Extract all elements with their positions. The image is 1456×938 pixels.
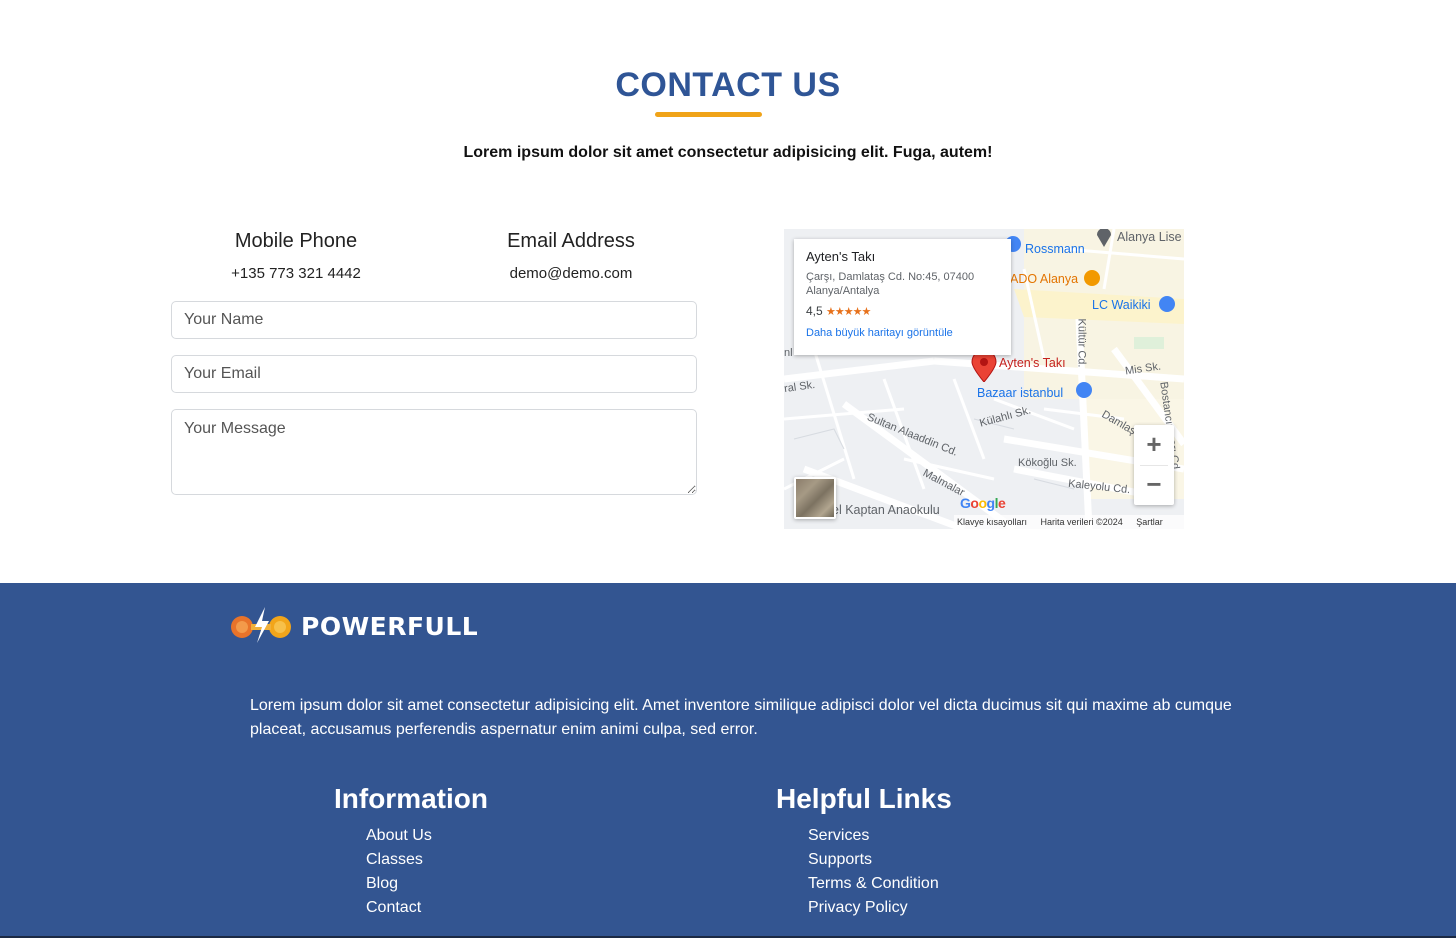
- street-nl: nl: [784, 347, 793, 359]
- google-logo-e: e: [997, 495, 1006, 511]
- place-aytens-taki[interactable]: Ayten's Takı: [999, 356, 1066, 370]
- place-kaptan-anaokulu[interactable]: el Kaptan Anaokulu: [832, 503, 940, 517]
- list-item: About Us: [366, 824, 432, 848]
- email-address-block: Email Address demo@demo.com: [446, 230, 696, 282]
- place-lc-waikiki[interactable]: LC Waikiki: [1092, 298, 1151, 312]
- list-item: Services: [808, 824, 939, 848]
- lc-waikiki-shop-icon: [1159, 296, 1175, 312]
- map-attribution-bar: Klavye kısayolları Harita verileri ©2024…: [954, 515, 1184, 529]
- map-card-rating: 4,5: [806, 304, 823, 318]
- list-item: Privacy Policy: [808, 896, 939, 920]
- page-title: CONTACT US: [615, 66, 841, 104]
- footer-about-text: Lorem ipsum dolor sit amet consectetur a…: [250, 697, 1232, 738]
- list-item: Blog: [366, 872, 432, 896]
- mobile-phone-value: +135 773 321 4442: [231, 265, 361, 282]
- classes-link[interactable]: Classes: [366, 851, 423, 868]
- school-pin-icon: [1097, 229, 1111, 247]
- street-kultur-cd: Kültür Cd.: [1075, 318, 1088, 368]
- map-terms-link[interactable]: Şartlar: [1136, 517, 1163, 527]
- map-card-address: Çarşı, Damlataş Cd. No:45, 07400 Alanya/…: [806, 271, 975, 297]
- contact-lead-text: Lorem ipsum dolor sit amet consectetur a…: [463, 144, 993, 161]
- list-item: Supports: [808, 848, 939, 872]
- google-logo: Google: [960, 495, 1006, 511]
- street-kokoglu-sk: Kökoğlu Sk.: [1018, 457, 1077, 469]
- information-links: About Us Classes Blog Contact: [366, 824, 432, 920]
- contact-link[interactable]: Contact: [366, 899, 421, 916]
- about-us-link[interactable]: About Us: [366, 827, 432, 844]
- map-data-attribution: Harita verileri ©2024: [1040, 517, 1123, 527]
- helpful-links-heading: Helpful Links: [776, 783, 952, 814]
- google-logo-o2: o: [978, 495, 987, 511]
- mobile-phone-block: Mobile Phone +135 773 321 4442: [171, 230, 421, 282]
- name-input[interactable]: [171, 301, 697, 339]
- satellite-layer-toggle[interactable]: [794, 477, 836, 519]
- dumbbell-bolt-icon: [231, 607, 291, 643]
- map-place-card: Ayten's Takı Çarşı, Damlataş Cd. No:45, …: [794, 239, 1011, 355]
- rating-stars-icon: ★★★★★: [826, 306, 871, 318]
- site-footer: POWERFULL Lorem ipsum dolor sit amet con…: [0, 583, 1456, 938]
- helpful-links: Services Supports Terms & Condition Priv…: [808, 824, 939, 920]
- map-zoom-controls: + −: [1134, 425, 1174, 505]
- privacy-policy-link[interactable]: Privacy Policy: [808, 899, 908, 916]
- blog-link[interactable]: Blog: [366, 875, 398, 892]
- map-card-rating-row: 4,5 ★★★★★: [806, 304, 999, 318]
- terms-condition-link[interactable]: Terms & Condition: [808, 875, 939, 892]
- contact-section: CONTACT US Lorem ipsum dolor sit amet co…: [0, 0, 1456, 583]
- zoom-in-button[interactable]: +: [1134, 425, 1174, 465]
- list-item: Terms & Condition: [808, 872, 939, 896]
- mobile-phone-label: Mobile Phone: [234, 230, 358, 252]
- brand-name: POWERFULL: [301, 612, 479, 641]
- embedded-map[interactable]: Alanya Lise Rossmann ADO Alanya LC Waiki…: [784, 229, 1184, 529]
- place-ado-alanya[interactable]: ADO Alanya: [1010, 272, 1078, 286]
- place-alanya-lise[interactable]: Alanya Lise: [1117, 230, 1182, 244]
- google-logo-g2: g: [986, 495, 996, 511]
- email-input[interactable]: [171, 355, 697, 393]
- place-rossmann[interactable]: Rossmann: [1025, 242, 1085, 256]
- information-heading: Information: [334, 783, 488, 814]
- list-item: Contact: [366, 896, 432, 920]
- email-address-label: Email Address: [507, 230, 635, 252]
- brand-logo[interactable]: POWERFULL: [229, 605, 478, 645]
- map-card-title: Ayten's Takı: [806, 249, 876, 264]
- services-link[interactable]: Services: [808, 827, 869, 844]
- ado-alanya-food-icon: [1084, 270, 1100, 286]
- email-address-value: demo@demo.com: [509, 265, 633, 282]
- keyboard-shortcuts-link[interactable]: Klavye kısayolları: [957, 517, 1027, 527]
- zoom-out-button[interactable]: −: [1134, 465, 1174, 505]
- supports-link[interactable]: Supports: [808, 851, 872, 868]
- place-bazaar-istanbul[interactable]: Bazaar istanbul: [977, 386, 1063, 400]
- google-logo-g: G: [960, 495, 971, 511]
- title-underline: [655, 112, 762, 117]
- message-textarea[interactable]: [171, 409, 697, 495]
- larger-map-link[interactable]: Daha büyük haritayı görüntüle: [806, 327, 999, 339]
- bazaar-istanbul-shop-icon: [1076, 382, 1092, 398]
- list-item: Classes: [366, 848, 432, 872]
